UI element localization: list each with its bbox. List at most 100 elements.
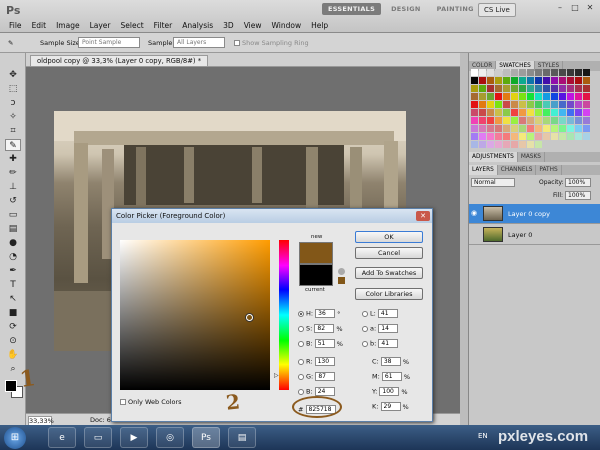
swatch-cell[interactable] [495,101,502,108]
swatch-cell[interactable] [535,69,542,76]
swatch-cell[interactable] [495,77,502,84]
hue-radio[interactable] [298,310,304,317]
tab-channels[interactable]: CHANNELS [498,165,537,175]
swatch-cell[interactable] [535,109,542,116]
swatch-cell[interactable] [519,117,526,124]
swatch-cell[interactable] [575,77,582,84]
saturation-brightness-field[interactable] [120,240,270,390]
swatch-cell[interactable] [527,93,534,100]
swatch-cell[interactable] [479,101,486,108]
brightness-radio[interactable] [298,340,304,347]
swatch-cell[interactable] [551,117,558,124]
swatch-cell[interactable] [551,109,558,116]
opacity-field[interactable]: 100% [565,178,591,187]
swatch-cell[interactable] [575,117,582,124]
swatch-cell[interactable] [487,85,494,92]
swatch-cell[interactable] [559,69,566,76]
swatch-cell[interactable] [519,133,526,140]
swatch-cell[interactable] [543,117,550,124]
swatch-cell[interactable] [575,69,582,76]
swatch-cell[interactable] [527,125,534,132]
history-brush-icon[interactable]: ↺ [5,195,21,207]
swatch-cell[interactable] [527,77,534,84]
swatch-cell[interactable] [583,117,590,124]
swatch-cell[interactable] [559,101,566,108]
chrome-taskbar-icon[interactable]: ◎ [156,427,184,448]
sample-select[interactable]: All Layers [173,37,225,48]
swatch-cell[interactable] [575,101,582,108]
swatch-cell[interactable] [471,77,478,84]
hand-tool-icon[interactable]: ✋ [5,349,21,361]
workspace-painting[interactable]: PAINTING [431,3,480,15]
eyedropper-icon[interactable]: ✎ [8,39,13,47]
menu-view[interactable]: View [239,21,267,30]
swatch-cell[interactable] [479,69,486,76]
menu-analysis[interactable]: Analysis [177,21,218,30]
swatch-cell[interactable] [487,133,494,140]
cs-live-button[interactable]: CS Live [478,3,516,17]
color-libraries-button[interactable]: Color Libraries [355,288,423,300]
swatch-cell[interactable] [567,77,574,84]
web-safe-color-icon[interactable] [338,277,345,284]
hue-slider-marker-icon[interactable]: ▷ [274,372,279,379]
swatch-cell[interactable] [551,133,558,140]
window-taskbar-icon[interactable]: ▤ [228,427,256,448]
add-to-swatches-button[interactable]: Add To Swatches [355,267,423,279]
photoshop-taskbar-icon[interactable]: Ps [192,427,220,448]
swatch-cell[interactable] [583,133,590,140]
black-input[interactable] [380,402,401,411]
gradient-tool-icon[interactable]: ▤ [5,223,21,235]
swatch-cell[interactable] [519,141,526,148]
swatch-cell[interactable] [527,109,534,116]
menu-window[interactable]: Window [267,21,307,30]
swatch-cell[interactable] [583,109,590,116]
3d-orbit-icon[interactable]: ⊙ [5,335,21,347]
swatch-cell[interactable] [535,101,542,108]
color-cursor[interactable] [246,314,253,321]
swatch-cell[interactable] [575,85,582,92]
swatch-cell[interactable] [559,125,566,132]
lasso-tool-icon[interactable]: ↄ [5,97,21,109]
swatch-cell[interactable] [511,125,518,132]
swatch-cell[interactable] [575,125,582,132]
crop-tool-icon[interactable]: ⌗ [5,125,21,137]
ie-taskbar-icon[interactable]: e [48,427,76,448]
swatch-cell[interactable] [535,125,542,132]
swatch-cell[interactable] [543,93,550,100]
swatch-cell[interactable] [551,85,558,92]
swatch-cell[interactable] [535,133,542,140]
swatch-cell[interactable] [535,77,542,84]
swatch-cell[interactable] [543,101,550,108]
foreground-color-swatch[interactable] [5,380,17,392]
swatch-cell[interactable] [471,85,478,92]
swatch-cell[interactable] [559,109,566,116]
swatch-cell[interactable] [487,101,494,108]
swatch-cell[interactable] [511,117,518,124]
eraser-tool-icon[interactable]: ▭ [5,209,21,221]
lab-b-input[interactable] [378,339,399,348]
lab-b-radio[interactable] [362,340,368,347]
swatch-cell[interactable] [559,117,566,124]
menu-3d[interactable]: 3D [218,21,239,30]
document-tab[interactable]: oldpool copy @ 33,3% (Layer 0 copy, RGB/… [30,55,209,66]
menu-file[interactable]: File [4,21,27,30]
tab-masks[interactable]: MASKS [518,152,545,162]
tab-adjustments[interactable]: ADJUSTMENTS [469,152,518,162]
swatch-cell[interactable] [551,125,558,132]
swatch-cell[interactable] [527,141,534,148]
menu-filter[interactable]: Filter [149,21,178,30]
blur-tool-icon[interactable]: ● [5,237,21,249]
swatch-cell[interactable] [519,93,526,100]
swatch-cell[interactable] [503,141,510,148]
sampling-ring-checkbox[interactable]: Show Sampling Ring [234,39,309,47]
swatch-cell[interactable] [519,125,526,132]
swatch-cell[interactable] [527,85,534,92]
close-icon[interactable]: ✕ [584,3,596,13]
swatch-cell[interactable] [567,101,574,108]
blend-mode-select[interactable]: Normal [471,178,515,187]
cancel-button[interactable]: Cancel [355,247,423,259]
swatch-cell[interactable] [527,133,534,140]
swatch-cell[interactable] [511,141,518,148]
yellow-input[interactable] [379,387,400,396]
red-radio[interactable] [298,358,304,365]
